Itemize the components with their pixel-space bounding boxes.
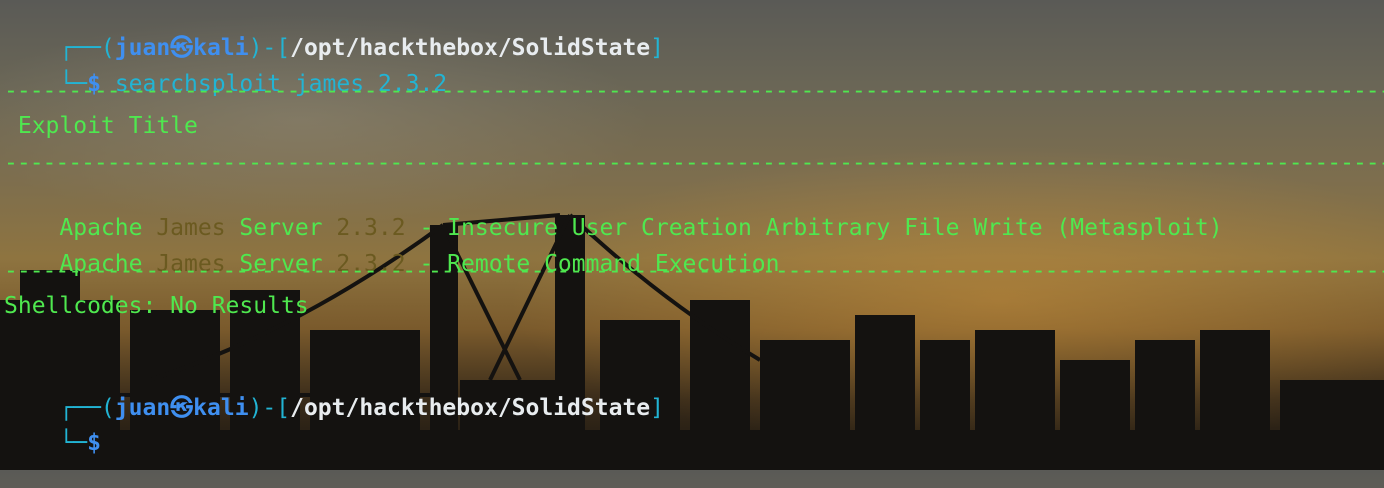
prompt-user: juan xyxy=(114,395,171,421)
input-line[interactable]: └─$ xyxy=(4,398,101,456)
prompt-host: kali xyxy=(193,395,249,421)
prompt-dollar: $ xyxy=(87,430,101,456)
prompt-line-2: ┌──(juan㉿kali)-[/opt/hackthebox/SolidSta… xyxy=(4,363,664,421)
separator-line: ----------------------------------------… xyxy=(4,78,1384,104)
terminal-output: ┌──(juan㉿kali)-[/opt/hackthebox/SolidSta… xyxy=(0,0,1384,470)
shellcodes-result: Shellcodes: No Results xyxy=(4,293,309,319)
prompt-at-icon: ㉿ xyxy=(170,395,194,421)
result-row: Apache James Server 2.3.2 - Insecure Use… xyxy=(59,215,1223,241)
separator-line: ----------------------------------------… xyxy=(4,150,1384,176)
command-line: └─$ searchsploit james 2.3.2 xyxy=(4,39,447,97)
prompt-line-1: ┌──(juan㉿kali)-[/opt/hackthebox/SolidSta… xyxy=(4,3,664,61)
prompt-frame: )-[ xyxy=(248,395,291,421)
exploit-title-header: Exploit Title xyxy=(4,113,198,139)
prompt-path: /opt/hackthebox/SolidState xyxy=(290,395,651,421)
result-row: Apache James Server 2.3.2 - Remote Comma… xyxy=(59,251,780,277)
prompt-frame: ] xyxy=(650,35,664,61)
prompt-frame: └─ xyxy=(59,430,88,456)
prompt-frame: ] xyxy=(650,395,664,421)
separator-line: ----------------------------------------… xyxy=(4,258,1384,284)
